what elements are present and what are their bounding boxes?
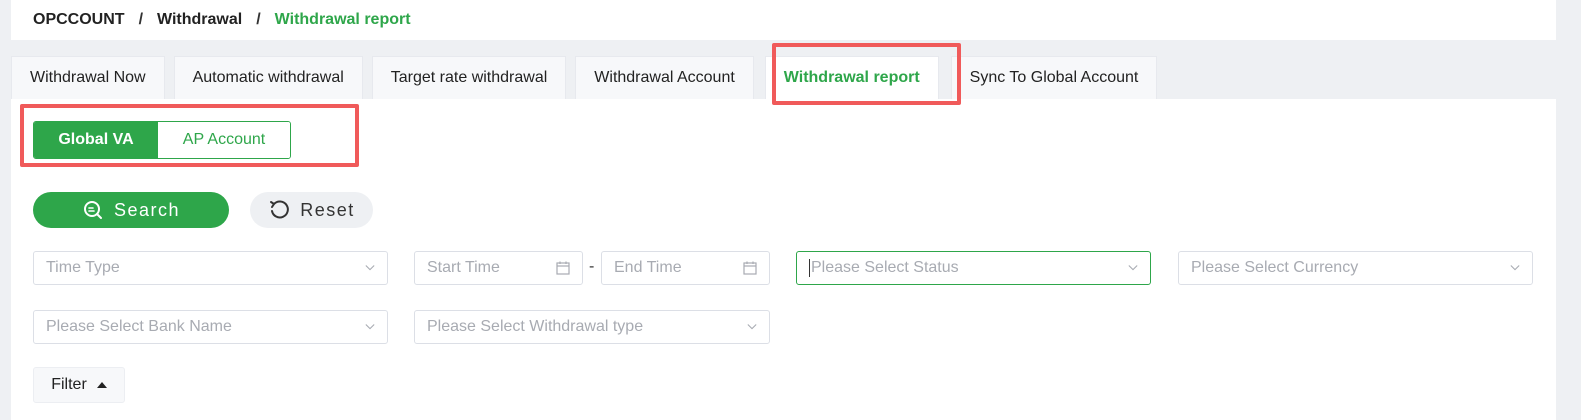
account-type-segment: Global VA AP Account bbox=[33, 121, 291, 159]
tab-withdrawal-now[interactable]: Withdrawal Now bbox=[11, 56, 165, 99]
tab-sync-to-global-account[interactable]: Sync To Global Account bbox=[950, 56, 1158, 99]
currency-placeholder: Please Select Currency bbox=[1191, 259, 1359, 276]
text-cursor bbox=[809, 259, 810, 277]
calendar-icon bbox=[743, 261, 757, 275]
chevron-down-icon bbox=[365, 324, 375, 330]
calendar-icon bbox=[556, 261, 570, 275]
tab-withdrawal-account[interactable]: Withdrawal Account bbox=[575, 56, 754, 99]
tab-bar: Withdrawal Now Automatic withdrawal Targ… bbox=[11, 56, 1166, 99]
filter-toggle-button[interactable]: Filter bbox=[33, 367, 125, 403]
time-type-placeholder: Time Type bbox=[46, 259, 120, 276]
breadcrumb-withdrawal[interactable]: Withdrawal bbox=[157, 11, 242, 29]
withdrawal-type-select[interactable]: Please Select Withdrawal type bbox=[414, 310, 770, 344]
date-range-separator: - bbox=[589, 258, 595, 275]
breadcrumb-separator: / bbox=[256, 11, 261, 28]
reset-icon bbox=[270, 200, 290, 219]
breadcrumb-current: Withdrawal report bbox=[274, 11, 411, 28]
chevron-down-icon bbox=[365, 265, 375, 271]
chevron-down-icon bbox=[1128, 265, 1138, 271]
start-time-placeholder: Start Time bbox=[427, 259, 500, 276]
breadcrumb: OPCCOUNT / Withdrawal / Withdrawal repor… bbox=[11, 0, 1556, 40]
breadcrumb-separator: / bbox=[138, 11, 144, 28]
withdrawal-type-placeholder: Please Select Withdrawal type bbox=[427, 318, 644, 335]
search-button-label: Search bbox=[113, 199, 181, 220]
tab-target-rate-withdrawal[interactable]: Target rate withdrawal bbox=[371, 56, 567, 99]
time-type-select[interactable]: Time Type bbox=[33, 251, 388, 285]
chevron-down-icon bbox=[747, 324, 757, 330]
tab-withdrawal-report[interactable]: Withdrawal report bbox=[764, 56, 939, 99]
breadcrumb-root[interactable]: OPCCOUNT bbox=[33, 11, 125, 29]
start-time-input[interactable]: Start Time bbox=[414, 251, 583, 285]
chevron-down-icon bbox=[1510, 265, 1520, 271]
segment-global-va[interactable]: Global VA bbox=[34, 122, 158, 158]
segment-ap-account[interactable]: AP Account bbox=[158, 122, 290, 158]
search-button[interactable]: Search bbox=[33, 192, 229, 228]
status-select[interactable]: Please Select Status bbox=[796, 251, 1151, 285]
filter-label: Filter bbox=[51, 376, 87, 393]
currency-select[interactable]: Please Select Currency bbox=[1178, 251, 1533, 285]
status-placeholder: Please Select Status bbox=[811, 259, 959, 276]
end-time-input[interactable]: End Time bbox=[601, 251, 770, 285]
search-icon bbox=[83, 201, 102, 219]
end-time-placeholder: End Time bbox=[614, 259, 682, 276]
bank-name-select[interactable]: Please Select Bank Name bbox=[33, 310, 388, 344]
tab-automatic-withdrawal[interactable]: Automatic withdrawal bbox=[173, 56, 363, 99]
caret-up-icon bbox=[96, 382, 107, 388]
reset-button[interactable]: Reset bbox=[250, 192, 373, 228]
bank-name-placeholder: Please Select Bank Name bbox=[46, 318, 232, 335]
reset-button-label: Reset bbox=[300, 199, 355, 220]
